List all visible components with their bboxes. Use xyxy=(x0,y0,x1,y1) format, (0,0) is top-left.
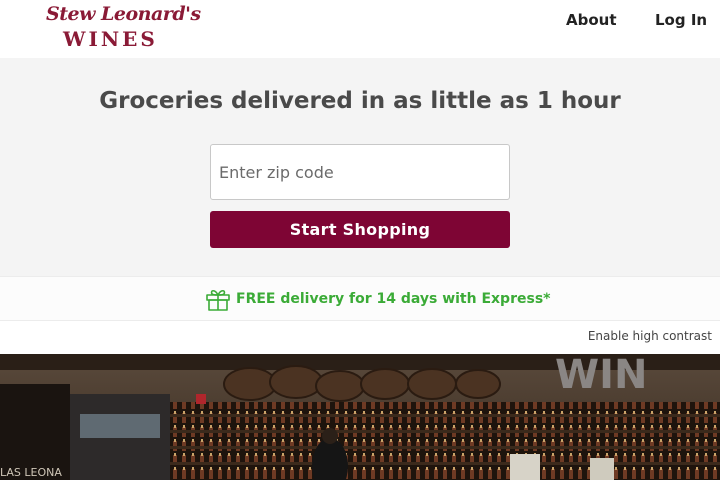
store-interior-photo: WIN LAS LEONA xyxy=(0,354,720,480)
hero-section: Groceries delivered in as little as 1 ho… xyxy=(0,58,720,276)
accessibility-bar: Enable high contrast xyxy=(0,321,720,354)
logo-wines-text: WINES xyxy=(63,27,158,51)
stew-leonards-wines-logo[interactable]: Stew Leonard's WINES xyxy=(46,3,201,53)
promo-text: FREE delivery for 14 days with Express* xyxy=(236,291,551,307)
store-sign-text: LAS LEONA xyxy=(0,466,62,479)
promo-content: FREE delivery for 14 days with Express* xyxy=(205,286,550,312)
promo-banner: FREE delivery for 14 days with Express* xyxy=(0,276,720,321)
site-header: Stew Leonard's WINES About Log In xyxy=(0,0,720,58)
wine-sign-text: WIN xyxy=(555,354,647,398)
nav-login-link[interactable]: Log In xyxy=(655,11,707,29)
nav-about-link[interactable]: About xyxy=(566,11,617,29)
hero-headline: Groceries delivered in as little as 1 ho… xyxy=(99,88,621,114)
gift-icon xyxy=(205,286,231,312)
high-contrast-toggle[interactable]: Enable high contrast xyxy=(588,329,712,343)
zip-code-input[interactable] xyxy=(210,144,510,200)
logo-script-text: Stew Leonard's xyxy=(46,3,201,25)
start-shopping-button[interactable]: Start Shopping xyxy=(210,211,510,248)
